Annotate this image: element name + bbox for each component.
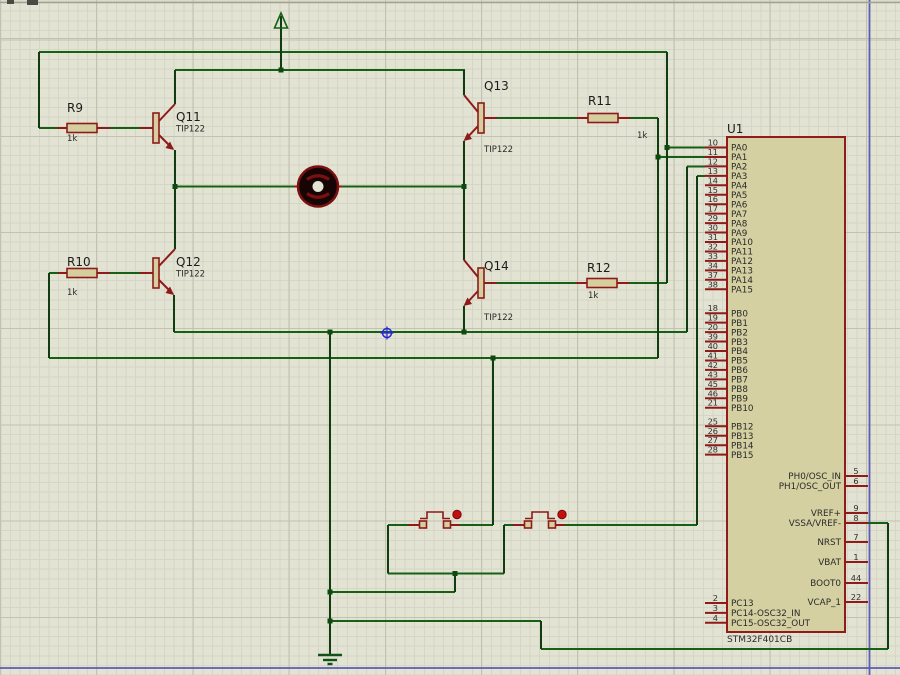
resistor-value: 1k — [588, 291, 598, 301]
transistor-q11[interactable]: Q11 TIP122 — [152, 103, 205, 150]
resistor-ref: R11 — [588, 94, 612, 108]
push-button-2[interactable] — [513, 509, 567, 529]
pin-number: 2 — [713, 593, 718, 603]
resistor-value: 1k — [637, 131, 647, 141]
pin-number: 28 — [708, 445, 718, 455]
resistor-ref: R9 — [67, 101, 83, 115]
resistor-r9[interactable]: R9 1k — [57, 101, 153, 144]
transistor-q12[interactable]: Q12 TIP122 — [152, 248, 205, 295]
pin-name: PC13 — [731, 599, 754, 609]
button-terminal — [523, 520, 533, 529]
origin-marker-icon — [380, 326, 394, 340]
button-terminal — [442, 520, 452, 529]
pin-number: 4 — [713, 613, 718, 623]
pin-number: 1 — [853, 552, 858, 562]
pin-name: PB15 — [731, 451, 754, 461]
transistor-ref: Q13 — [484, 79, 509, 93]
junction-dots — [172, 67, 670, 624]
top-edge-artifacts — [0, 0, 900, 5]
resistor-value: 1k — [67, 134, 77, 144]
transistor-value: TIP122 — [483, 145, 513, 155]
transistor-base-bar — [152, 257, 160, 289]
transistor-ref: Q11 — [176, 110, 201, 124]
motor-shaft — [312, 181, 324, 192]
pin-name: PB10 — [731, 404, 754, 414]
pin-name: VSSA/VREF- — [789, 519, 841, 529]
chip-part-number: STM32F401CB — [727, 635, 792, 645]
pin-number: 8 — [853, 513, 858, 523]
resistor-value: 1k — [67, 288, 77, 298]
pin-number: 7 — [853, 532, 858, 542]
pin-number: 6 — [853, 476, 858, 486]
pin-number: 3 — [713, 603, 718, 613]
pin-number: 5 — [853, 466, 858, 476]
push-button-1[interactable] — [408, 509, 462, 529]
resistor-body — [587, 112, 619, 124]
transistor-ref: Q12 — [176, 255, 201, 269]
schematic-canvas[interactable]: R9 1k R10 1k R11 1k R12 1k Q11 TIP122 Q1… — [0, 0, 900, 675]
pin-name: VREF+ — [811, 509, 841, 519]
pin-name: PH0/OSC_IN — [788, 472, 841, 482]
pin-name: PC15-OSC32_OUT — [731, 619, 811, 629]
transistor-value: TIP122 — [175, 125, 205, 135]
button-cap — [420, 511, 450, 520]
pin-number: 21 — [708, 398, 718, 408]
schematic-svg: R9 1k R10 1k R11 1k R12 1k Q11 TIP122 Q1… — [0, 0, 900, 675]
transistor-q14[interactable]: Q14 TIP122 — [463, 259, 514, 323]
pin-number: 38 — [708, 279, 718, 289]
mcu-u1[interactable]: U1 STM32F401CB 10PA011PA112PA213PA314PA4… — [705, 122, 868, 645]
pin-name: VBAT — [818, 558, 841, 568]
button-terminal — [547, 520, 557, 529]
pin-name: PH1/OSC_OUT — [779, 482, 842, 492]
transistor-value: TIP122 — [175, 270, 205, 280]
pin-number: 9 — [853, 503, 858, 513]
resistor-ref: R10 — [67, 255, 91, 269]
chip-ref: U1 — [727, 122, 743, 136]
top-nub — [27, 0, 38, 5]
resistor-body — [66, 122, 98, 134]
resistor-body — [66, 267, 98, 279]
transistor-value: TIP122 — [483, 313, 513, 323]
pin-name: NRST — [817, 538, 841, 548]
pin-number: 22 — [851, 592, 861, 602]
pin-name: PA15 — [731, 285, 753, 295]
pin-number: 44 — [851, 573, 861, 583]
transistor-ref: Q14 — [484, 259, 509, 273]
transistor-base-bar — [477, 102, 485, 134]
button-terminal — [418, 520, 428, 529]
resistor-body — [586, 277, 618, 289]
dc-motor[interactable] — [294, 165, 342, 208]
button-actuator-dot[interactable] — [557, 509, 567, 520]
top-nub — [7, 0, 14, 4]
resistor-r10[interactable]: R10 1k — [58, 255, 153, 298]
button-actuator-dot[interactable] — [452, 509, 462, 520]
pin-name: BOOT0 — [810, 579, 841, 589]
transistor-base-bar — [152, 112, 160, 144]
pin-name: PC14-OSC32_IN — [731, 609, 800, 619]
resistor-ref: R12 — [587, 261, 611, 275]
button-cap — [525, 511, 555, 520]
ground-symbol[interactable] — [318, 653, 342, 666]
pin-name: VCAP_1 — [808, 598, 841, 608]
